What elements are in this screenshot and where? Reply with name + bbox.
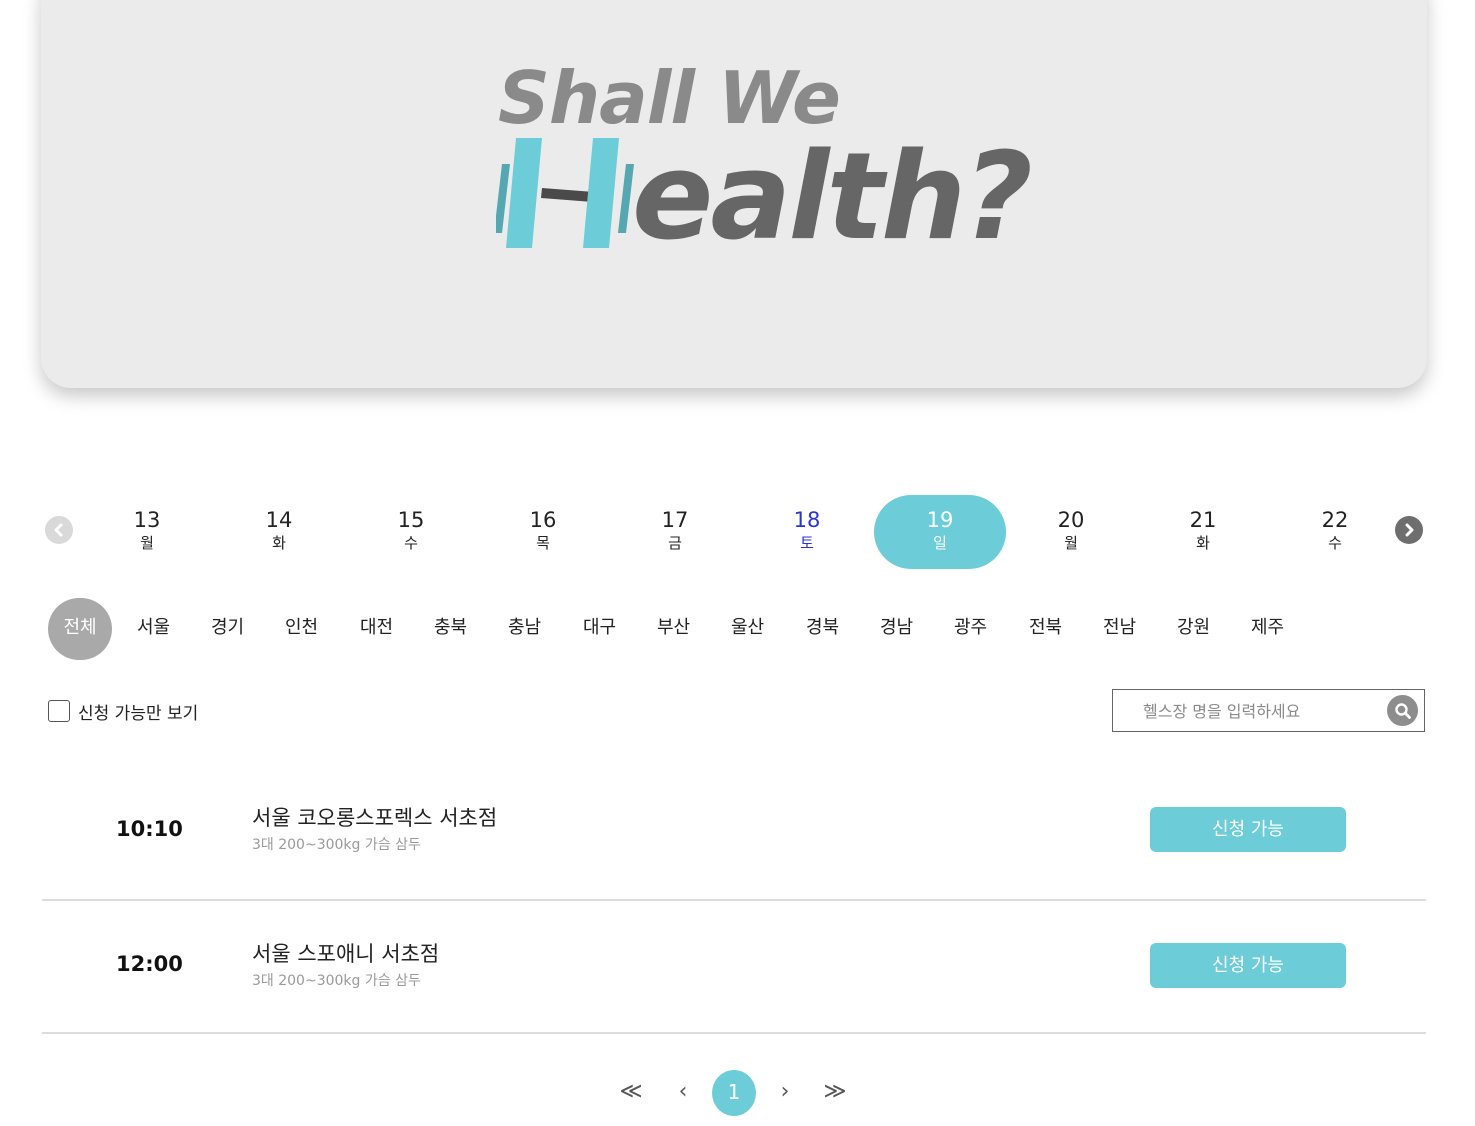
available-only-checkbox[interactable] (48, 700, 70, 722)
pagination: ≪ ‹ 1 › ≫ (610, 1070, 870, 1118)
session-time: 12:00 (116, 952, 183, 976)
available-only-label: 신청 가능만 보기 (78, 703, 199, 724)
search-icon (1394, 702, 1411, 719)
region-gyeongnam[interactable]: 경남 (880, 598, 913, 660)
region-gyeongbuk[interactable]: 경북 (806, 598, 839, 660)
date-weekday: 화 (272, 534, 286, 552)
date-weekday: 토 (800, 534, 814, 552)
session-gym-name: 서울 코오롱스포렉스 서초점 (252, 806, 498, 830)
gym-search (1112, 689, 1425, 732)
date-day: 17 (661, 508, 689, 532)
date-day: 19 (926, 508, 954, 532)
region-busan[interactable]: 부산 (657, 598, 690, 660)
chevron-right-icon (1405, 523, 1414, 537)
region-seoul[interactable]: 서울 (137, 598, 170, 660)
date-21[interactable]: 21 화 (1137, 495, 1269, 569)
region-chungnam[interactable]: 충남 (508, 598, 541, 660)
date-selector: 13 월 14 화 15 수 16 목 17 금 18 토 19 일 20 월 … (44, 494, 1429, 570)
date-day: 20 (1057, 508, 1085, 532)
region-filter: 전체 서울 경기 인천 대전 충북 충남 대구 부산 울산 경북 경남 광주 전… (47, 598, 1347, 660)
date-19-selected[interactable]: 19 일 (874, 495, 1006, 569)
hero-banner: Shall We ealth? (41, 0, 1427, 388)
date-day: 21 (1189, 508, 1217, 532)
date-22[interactable]: 22 수 (1269, 495, 1401, 569)
chevron-left-icon (54, 523, 63, 537)
region-chungbuk[interactable]: 충북 (434, 598, 467, 660)
next-page-button[interactable]: › (774, 1070, 796, 1116)
date-13[interactable]: 13 월 (81, 495, 213, 569)
date-16[interactable]: 16 목 (477, 495, 609, 569)
search-button[interactable] (1387, 695, 1418, 726)
date-day: 15 (397, 508, 425, 532)
date-weekday: 월 (1064, 534, 1078, 552)
date-15[interactable]: 15 수 (345, 495, 477, 569)
date-20[interactable]: 20 월 (1005, 495, 1137, 569)
region-daegu[interactable]: 대구 (583, 598, 616, 660)
date-day: 16 (529, 508, 557, 532)
date-weekday: 목 (536, 534, 550, 552)
date-day: 13 (133, 508, 161, 532)
date-14[interactable]: 14 화 (213, 495, 345, 569)
date-weekday: 월 (140, 534, 154, 552)
date-weekday: 수 (404, 534, 418, 552)
first-page-button[interactable]: ≪ (618, 1070, 644, 1116)
region-jeju[interactable]: 제주 (1251, 598, 1284, 660)
gym-search-input[interactable] (1141, 698, 1385, 724)
date-18[interactable]: 18 토 (741, 495, 873, 569)
region-gwangju[interactable]: 광주 (954, 598, 987, 660)
date-weekday: 일 (933, 534, 947, 552)
apply-button[interactable]: 신청 가능 (1150, 943, 1346, 988)
logo-line-2: ealth? (632, 128, 1030, 260)
session-row: 10:10 서울 코오롱스포렉스 서초점 3대 200~300kg 가슴 삼두 … (42, 765, 1426, 901)
apply-button[interactable]: 신청 가능 (1150, 807, 1346, 852)
region-ulsan[interactable]: 울산 (731, 598, 764, 660)
date-weekday: 금 (668, 534, 682, 552)
region-jeonnam[interactable]: 전남 (1103, 598, 1136, 660)
next-date-button[interactable] (1395, 516, 1423, 544)
region-jeonbuk[interactable]: 전북 (1029, 598, 1062, 660)
region-incheon[interactable]: 인천 (285, 598, 318, 660)
date-day: 22 (1321, 508, 1349, 532)
date-17[interactable]: 17 금 (609, 495, 741, 569)
region-daejeon[interactable]: 대전 (360, 598, 393, 660)
session-description: 3대 200~300kg 가슴 삼두 (252, 973, 421, 989)
session-row: 12:00 서울 스포애니 서초점 3대 200~300kg 가슴 삼두 신청 … (42, 898, 1426, 1034)
last-page-button[interactable]: ≫ (822, 1070, 848, 1116)
available-only-filter[interactable]: 신청 가능만 보기 (48, 698, 198, 724)
date-weekday: 수 (1328, 534, 1342, 552)
date-day: 14 (265, 508, 293, 532)
prev-page-button[interactable]: ‹ (672, 1070, 694, 1116)
dumbbell-icon (496, 138, 634, 248)
brand-logo: Shall We ealth? (496, 50, 1056, 260)
region-gangwon[interactable]: 강원 (1177, 598, 1210, 660)
page-1-button[interactable]: 1 (712, 1070, 756, 1116)
region-all[interactable]: 전체 (48, 598, 112, 660)
session-gym-name: 서울 스포애니 서초점 (252, 942, 440, 966)
date-weekday: 화 (1196, 534, 1210, 552)
session-description: 3대 200~300kg 가슴 삼두 (252, 837, 421, 853)
session-time: 10:10 (116, 817, 183, 841)
region-gyeonggi[interactable]: 경기 (211, 598, 244, 660)
prev-date-button[interactable] (45, 516, 73, 544)
date-day: 18 (793, 508, 821, 532)
